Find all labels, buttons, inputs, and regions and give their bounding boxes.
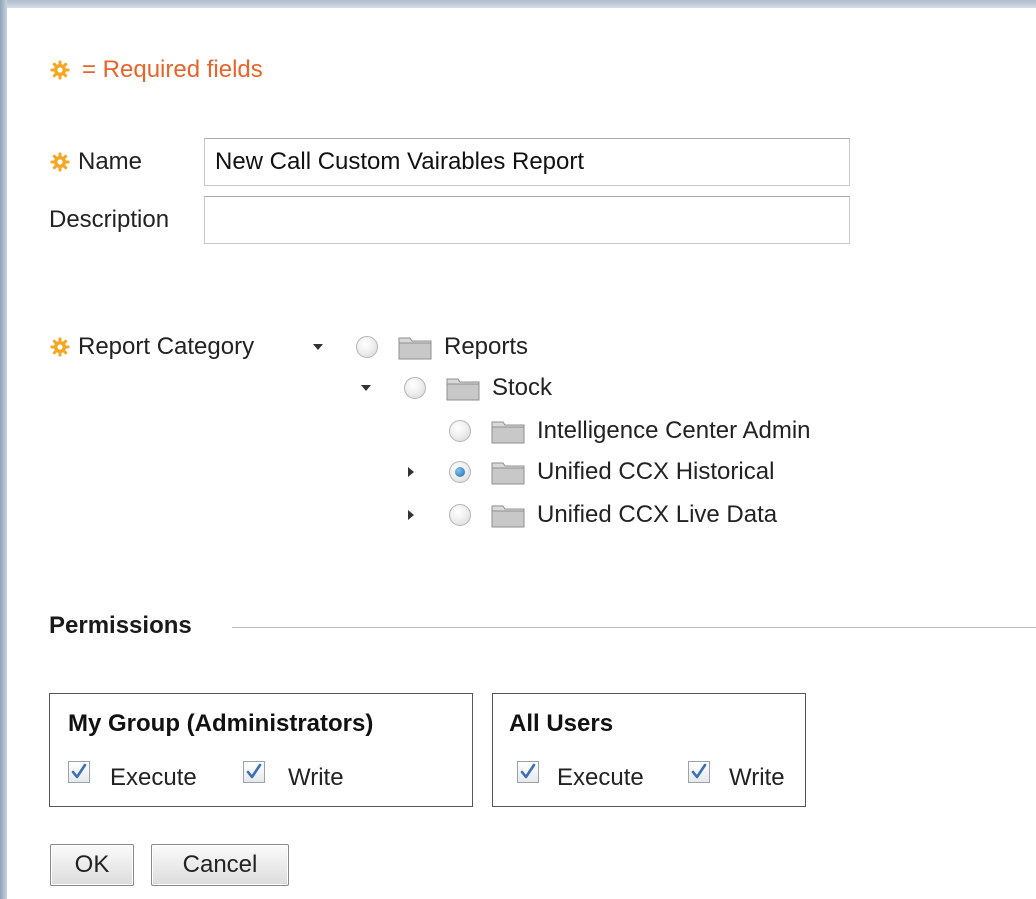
window-top-border — [0, 0, 1036, 8]
tree-node-reports: Reports — [308, 330, 528, 364]
tree-node-label[interactable]: Stock — [492, 374, 552, 402]
tree-node-radio[interactable] — [449, 504, 471, 526]
tree-node-stock: Stock — [356, 371, 552, 405]
my-group-write-label: Write — [288, 764, 344, 791]
required-fields-legend: = Required fields — [50, 55, 263, 85]
all-users-execute-label: Execute — [557, 764, 644, 791]
my-group-write-checkbox[interactable] — [243, 761, 265, 783]
tree-node-radio[interactable] — [449, 420, 471, 442]
name-input[interactable] — [204, 138, 850, 186]
required-legend-text: = Required fields — [82, 56, 263, 83]
tree-node-unified-ccx-historical: Unified CCX Historical — [401, 455, 774, 489]
required-gear-icon — [50, 60, 70, 80]
cancel-button[interactable]: Cancel — [151, 844, 289, 886]
tree-node-label[interactable]: Unified CCX Historical — [537, 458, 774, 486]
tree-node-label[interactable]: Intelligence Center Admin — [537, 417, 811, 445]
all-users-write-checkbox[interactable] — [688, 761, 710, 783]
expand-arrow-icon[interactable] — [401, 505, 421, 525]
tree-node-intelligence-center-admin: Intelligence Center Admin — [401, 414, 811, 448]
checkmark-icon — [691, 763, 707, 779]
folder-icon — [491, 502, 525, 528]
my-group-execute-checkbox[interactable] — [68, 761, 90, 783]
tree-node-label[interactable]: Unified CCX Live Data — [537, 501, 777, 529]
all-users-write-label: Write — [729, 764, 785, 791]
all-users-execute-checkbox[interactable] — [517, 761, 539, 783]
my-group-permissions-box: My Group (Administrators) Execute Write — [49, 693, 473, 807]
checkmark-icon — [71, 763, 87, 779]
name-label: Name — [78, 148, 143, 175]
tree-node-radio[interactable] — [404, 377, 426, 399]
tree-node-unified-ccx-live-data: Unified CCX Live Data — [401, 498, 777, 532]
collapse-arrow-icon[interactable] — [356, 378, 376, 398]
my-group-title: My Group (Administrators) — [68, 710, 374, 737]
required-gear-icon — [50, 337, 70, 357]
all-users-title: All Users — [509, 710, 614, 737]
tree-node-radio[interactable] — [356, 336, 378, 358]
collapse-arrow-icon[interactable] — [308, 337, 328, 357]
required-gear-icon — [50, 152, 70, 172]
folder-icon — [446, 375, 480, 401]
section-divider — [232, 627, 1036, 628]
folder-icon — [491, 418, 525, 444]
expand-arrow-icon[interactable] — [401, 462, 421, 482]
permissions-title: Permissions — [49, 612, 192, 639]
tree-node-label[interactable]: Reports — [444, 333, 528, 361]
description-input[interactable] — [204, 196, 850, 244]
checkmark-icon — [520, 763, 536, 779]
folder-icon — [491, 459, 525, 485]
tree-node-radio-selected[interactable] — [449, 461, 471, 483]
window-left-border — [0, 0, 7, 899]
ok-button[interactable]: OK — [50, 844, 134, 886]
folder-icon — [398, 334, 432, 360]
checkmark-icon — [246, 763, 262, 779]
my-group-execute-label: Execute — [110, 764, 197, 791]
report-category-label: Report Category — [78, 333, 255, 360]
all-users-permissions-box: All Users Execute Write — [492, 693, 806, 807]
description-label: Description — [49, 206, 170, 233]
